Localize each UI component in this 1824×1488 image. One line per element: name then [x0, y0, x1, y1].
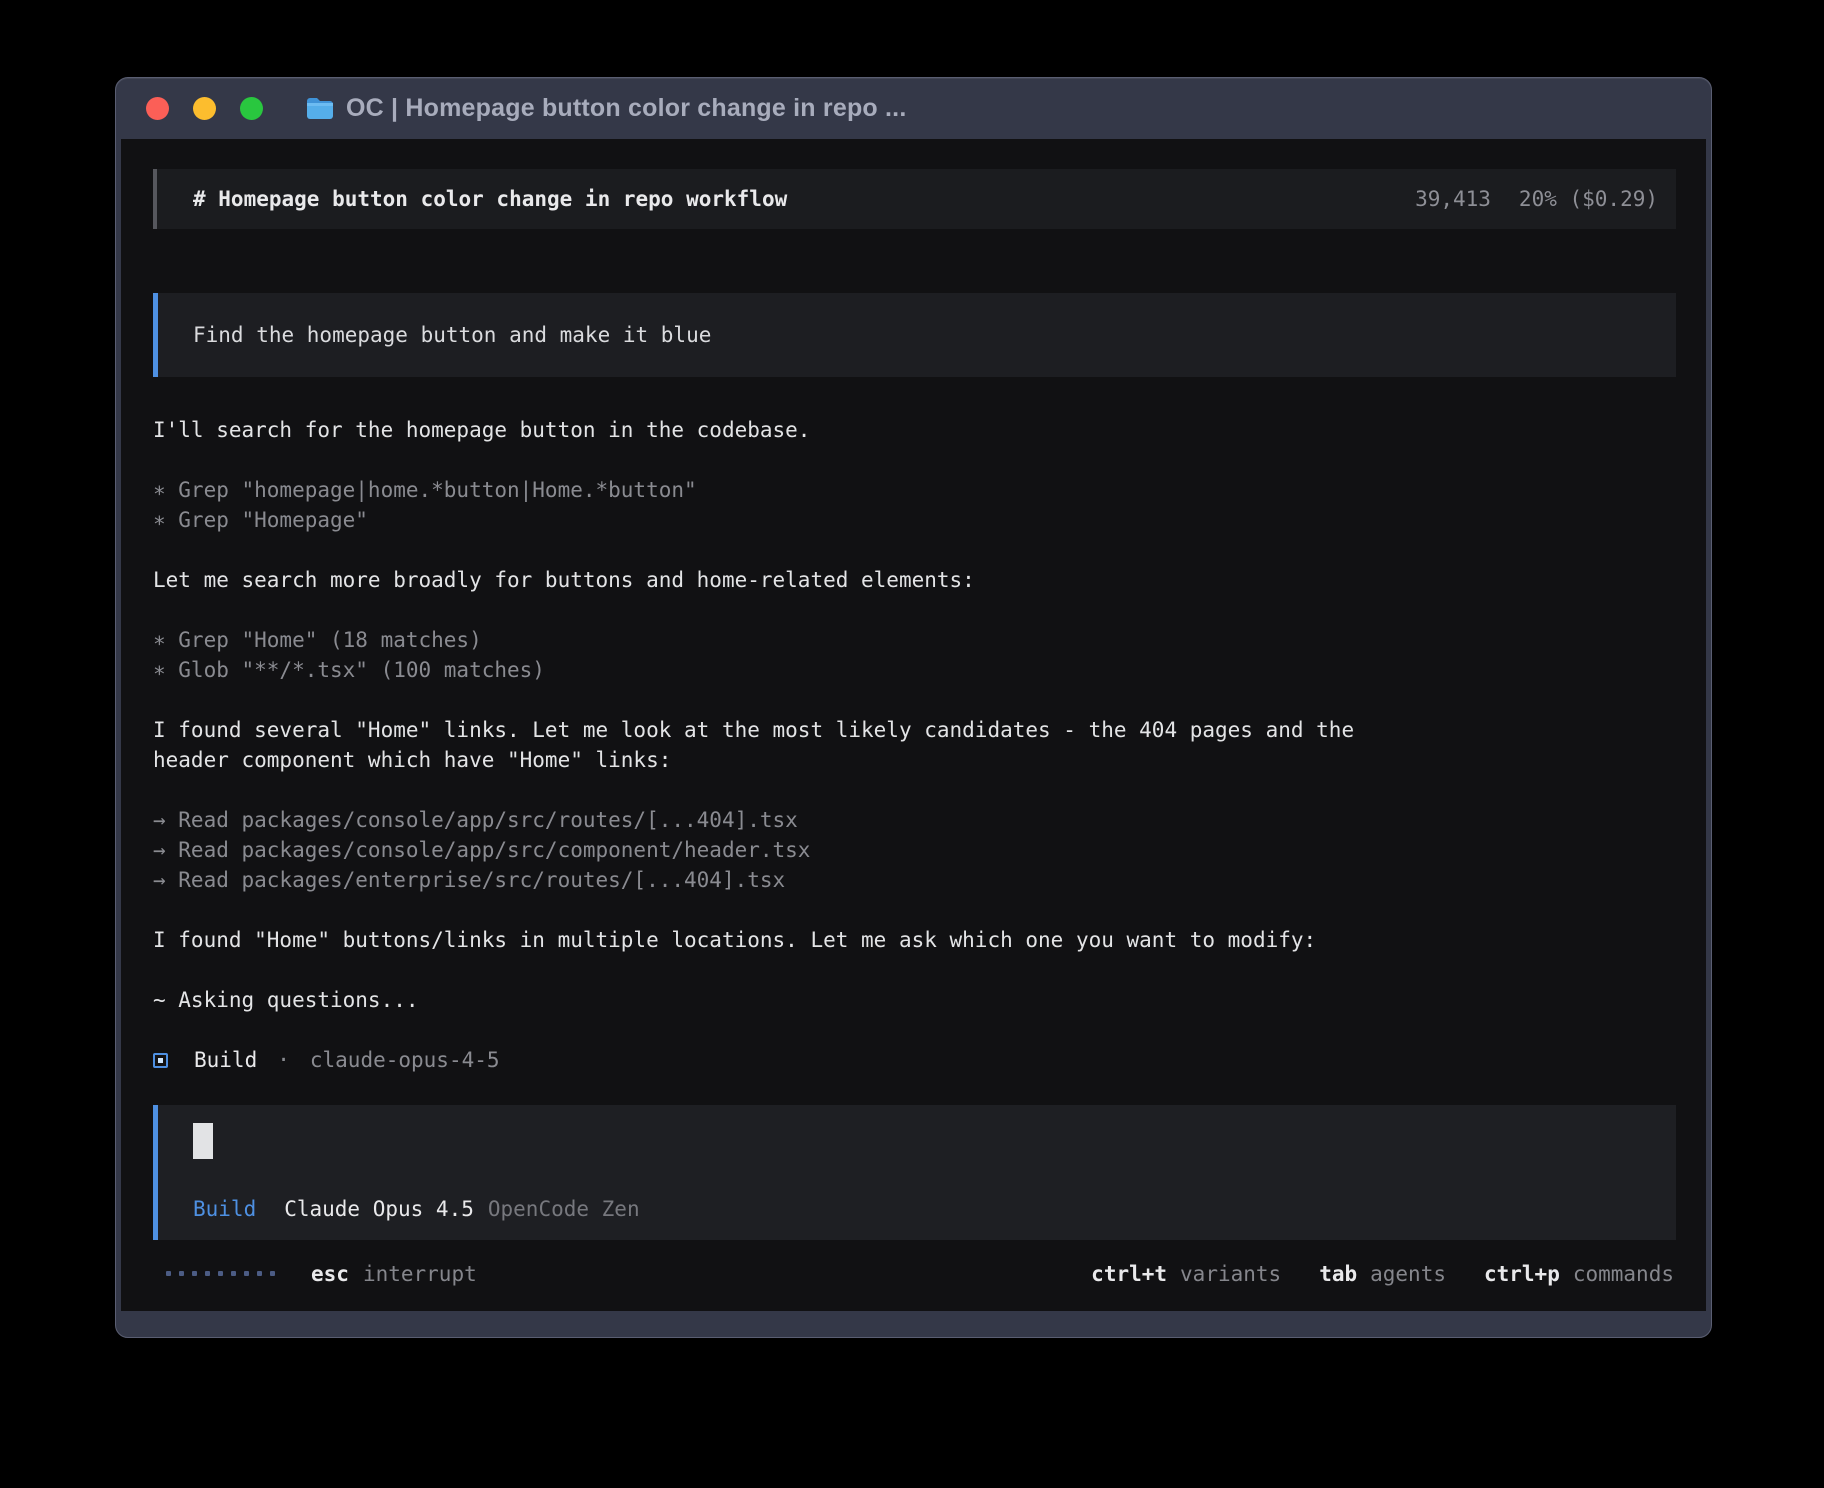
window-title: OC | Homepage button color change in rep…	[346, 94, 906, 123]
status-bar-right: ctrl+t variants tab agents ctrl+p comman…	[1091, 1259, 1674, 1289]
agent-model: claude-opus-4-5	[310, 1045, 500, 1075]
text-cursor	[193, 1123, 213, 1159]
shortcut-label: variants	[1180, 1259, 1281, 1289]
agent-status-row: Build · claude-opus-4-5	[153, 1045, 1676, 1075]
input-model-label: Claude Opus 4.5	[284, 1194, 474, 1224]
assistant-text: I found several "Home" links. Let me loo…	[153, 715, 1676, 775]
esc-key-label: interrupt	[363, 1259, 477, 1289]
shortcut-variants: ctrl+t variants	[1091, 1259, 1281, 1289]
tool-call-read: → Read packages/console/app/src/routes/[…	[153, 805, 1676, 835]
terminal-window: OC | Homepage button color change in rep…	[115, 77, 1712, 1338]
token-count: 39,413	[1415, 184, 1491, 214]
status-bar: esc interrupt ctrl+t variants tab agents…	[153, 1240, 1676, 1311]
tool-call-group: ∗ Grep "homepage|home.*button|Home.*butt…	[153, 475, 1676, 535]
session-stats: 39,413 20% ($0.29)	[1415, 184, 1658, 214]
prompt-input[interactable]: Build Claude Opus 4.5 OpenCode Zen	[153, 1105, 1676, 1240]
context-usage: 20% ($0.29)	[1519, 184, 1658, 214]
zoom-button[interactable]	[240, 97, 263, 120]
assistant-text: I found "Home" buttons/links in multiple…	[153, 925, 1676, 955]
shortcut-key: tab	[1319, 1259, 1357, 1289]
terminal-content: # Homepage button color change in repo w…	[121, 139, 1706, 1311]
assistant-text: Let me search more broadly for buttons a…	[153, 565, 1676, 595]
tool-call-group: ∗ Grep "Home" (18 matches) ∗ Glob "**/*.…	[153, 625, 1676, 685]
minimize-button[interactable]	[193, 97, 216, 120]
esc-key-hint: esc	[311, 1259, 349, 1289]
shortcut-label: agents	[1370, 1259, 1446, 1289]
tool-call-grep: ∗ Grep "homepage|home.*button|Home.*butt…	[153, 475, 1676, 505]
spinner-dots	[166, 1271, 275, 1276]
window-titlebar[interactable]: OC | Homepage button color change in rep…	[121, 78, 1706, 139]
user-message: Find the homepage button and make it blu…	[153, 293, 1676, 377]
input-meta: Build Claude Opus 4.5 OpenCode Zen	[193, 1194, 1676, 1224]
assistant-transcript: I'll search for the homepage button in t…	[153, 377, 1676, 1075]
status-bar-left: esc interrupt	[166, 1259, 477, 1289]
asking-status: ~ Asking questions...	[153, 985, 1676, 1015]
shortcut-label: commands	[1573, 1259, 1674, 1289]
folder-icon	[306, 97, 334, 120]
shortcut-key: ctrl+t	[1091, 1259, 1167, 1289]
shortcut-agents: tab agents	[1319, 1259, 1446, 1289]
tool-call-group: → Read packages/console/app/src/routes/[…	[153, 805, 1676, 895]
tool-call-grep: ∗ Grep "Homepage"	[153, 505, 1676, 535]
traffic-lights	[146, 97, 263, 120]
agent-separator: ·	[277, 1045, 290, 1075]
tool-call-read: → Read packages/enterprise/src/routes/[.…	[153, 865, 1676, 895]
tool-call-glob: ∗ Glob "**/*.tsx" (100 matches)	[153, 655, 1676, 685]
tool-call-grep: ∗ Grep "Home" (18 matches)	[153, 625, 1676, 655]
user-message-text: Find the homepage button and make it blu…	[193, 320, 711, 350]
agent-name: Build	[194, 1045, 257, 1075]
session-header: # Homepage button color change in repo w…	[153, 169, 1676, 229]
tool-call-read: → Read packages/console/app/src/componen…	[153, 835, 1676, 865]
assistant-text: I'll search for the homepage button in t…	[153, 415, 1676, 445]
shortcut-key: ctrl+p	[1484, 1259, 1560, 1289]
build-agent-icon	[153, 1053, 168, 1068]
shortcut-commands: ctrl+p commands	[1484, 1259, 1674, 1289]
session-title: # Homepage button color change in repo w…	[193, 184, 787, 214]
input-mode-label: Build	[193, 1194, 256, 1224]
input-provider-label: OpenCode Zen	[488, 1194, 640, 1224]
close-button[interactable]	[146, 97, 169, 120]
